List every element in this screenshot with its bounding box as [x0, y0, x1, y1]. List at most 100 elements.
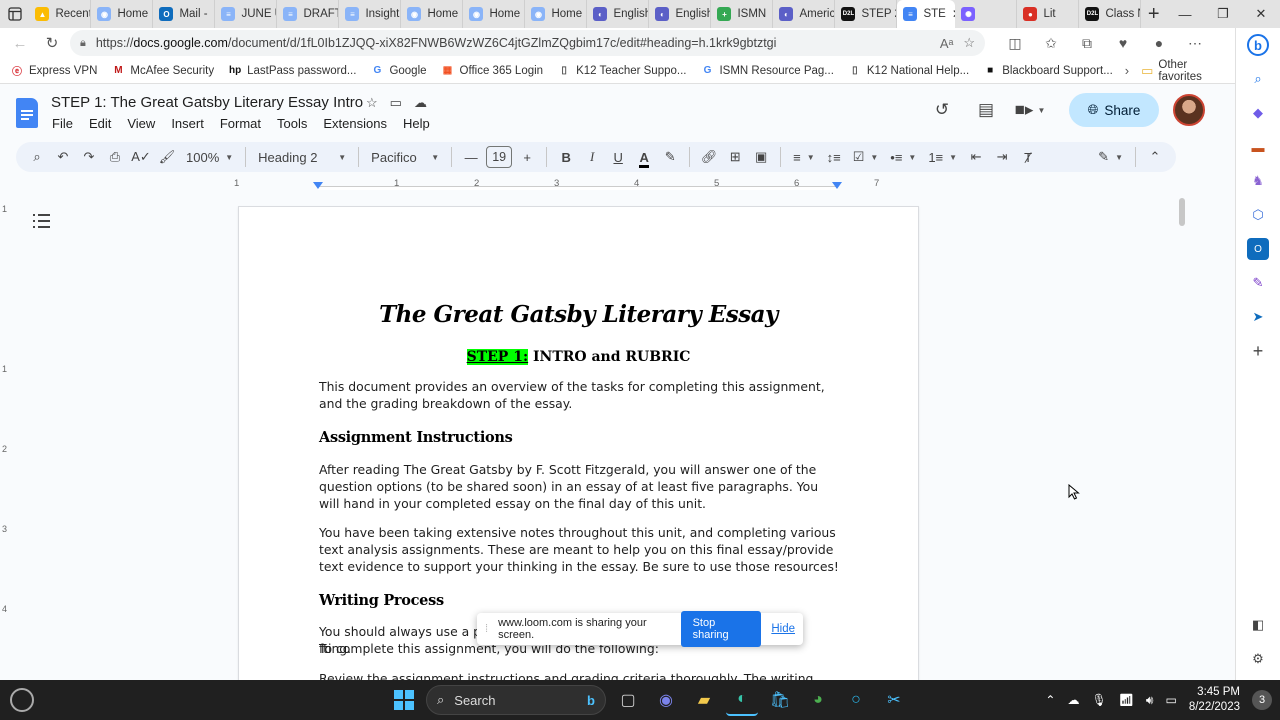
microsoft-365-icon[interactable]: ⬡ [1247, 204, 1269, 226]
bookmarks-overflow-chevron-icon[interactable]: › [1125, 63, 1129, 78]
highlight-color-icon[interactable]: ✎ [657, 144, 683, 170]
sidebar-settings-gear-icon[interactable]: ⚙ [1247, 648, 1269, 670]
bookmark-item[interactable]: ⓔ Express VPN [10, 64, 97, 79]
insert-link-icon[interactable]: 🔗︎ [696, 144, 722, 170]
left-indent-marker[interactable] [313, 182, 323, 189]
document-scrollbar[interactable] [1179, 198, 1185, 226]
add-sidebar-icon[interactable]: + [1247, 340, 1269, 362]
bookmark-item[interactable]: G ISMN Resource Pag... [700, 64, 834, 78]
cloud-saved-icon[interactable]: ☁ [414, 95, 427, 111]
search-menus-icon[interactable]: ⌕ [24, 144, 50, 170]
favorites-icon[interactable]: ✩ [1035, 30, 1067, 56]
share-button[interactable]: 🌐︎ Share [1069, 93, 1159, 127]
italic-icon[interactable]: I [579, 144, 605, 170]
split-screen-icon[interactable]: ◫ [999, 30, 1031, 56]
browser-tab[interactable]: ● Lit [1017, 0, 1080, 28]
font-family-select[interactable]: Pacifico ▼ [365, 144, 445, 170]
battery-icon[interactable]: ▭ [1165, 693, 1176, 707]
browser-tab[interactable]: ◐ Americ [773, 0, 836, 28]
paragraph-style-select[interactable]: Heading 2 ▼ [252, 144, 352, 170]
bookmark-item[interactable]: hp LastPass password... [228, 64, 356, 78]
read-aloud-icon[interactable]: Aᵃ [940, 36, 954, 51]
collections-icon[interactable]: ⧉ [1071, 30, 1103, 56]
onedrive-cloud-icon[interactable]: ☁ [1067, 693, 1079, 707]
document-outline-icon[interactable] [32, 212, 52, 230]
drag-handle-icon[interactable]: ⁞ [485, 623, 488, 635]
wifi-icon[interactable]: 📶︎ [1119, 693, 1134, 707]
url-field[interactable]: 🔒︎ https://docs.google.com/document/d/1f… [70, 30, 985, 56]
volume-icon[interactable]: 🔊︎ [1146, 693, 1154, 708]
bookmark-item[interactable]: ▦ Office 365 Login [441, 64, 543, 78]
browser-tab[interactable]: ◐ English [587, 0, 650, 28]
widgets-icon[interactable] [10, 688, 34, 712]
browser-tab[interactable]: ◉ Home [525, 0, 588, 28]
chrome-icon[interactable]: ◕ [802, 684, 834, 716]
new-tab-button[interactable]: + [1141, 0, 1166, 28]
browser-tab[interactable]: ◐ English [649, 0, 712, 28]
menu-help[interactable]: Help [395, 116, 438, 131]
microphone-icon[interactable]: 🎙︎ [1091, 693, 1106, 707]
font-size-field[interactable]: 19 [484, 144, 514, 170]
insert-image-icon[interactable]: ▣ [748, 144, 774, 170]
add-comment-icon[interactable]: ⊞ [722, 144, 748, 170]
maximize-icon[interactable]: ❐ [1204, 0, 1242, 28]
browser-tab[interactable]: ≡ Insight [339, 0, 402, 28]
menu-insert[interactable]: Insert [163, 116, 212, 131]
show-hidden-icons-chevron-icon[interactable]: ⌃ [1045, 693, 1055, 707]
print-icon[interactable]: ⎙ [102, 144, 128, 170]
minimize-icon[interactable]: — [1166, 0, 1204, 28]
favorite-star-icon[interactable]: ☆ [963, 35, 975, 51]
menu-format[interactable]: Format [212, 116, 269, 131]
google-docs-logo-icon[interactable] [16, 98, 38, 128]
browser-tab[interactable]: ≡ JUNE U [215, 0, 278, 28]
decrease-font-size-icon[interactable]: — [458, 144, 484, 170]
horizontal-ruler[interactable]: 1 1 2 3 4 5 6 7 [228, 176, 918, 192]
star-icon[interactable]: ☆ [366, 95, 378, 111]
file-explorer-icon[interactable]: ▰ [688, 684, 720, 716]
reload-button[interactable]: ↻ [38, 30, 66, 56]
task-view-icon[interactable]: ▢ [612, 684, 644, 716]
browser-tab[interactable]: ◉ Home [91, 0, 154, 28]
zoom-select[interactable]: 100% ▼ [180, 144, 239, 170]
browser-tab[interactable]: D2L STEP 2 [835, 0, 898, 28]
start-button[interactable] [388, 684, 420, 716]
bold-icon[interactable]: B [553, 144, 579, 170]
spellcheck-icon[interactable]: A✓ [128, 144, 154, 170]
align-select[interactable]: ≡ ▼ [787, 144, 821, 170]
tools-briefcase-icon[interactable]: ▬ [1247, 136, 1269, 158]
line-spacing-icon[interactable]: ↕≡ [821, 144, 847, 170]
undo-icon[interactable]: ↶ [50, 144, 76, 170]
outlook-icon[interactable]: O [1247, 238, 1269, 260]
bookmark-item[interactable]: M McAfee Security [111, 64, 214, 78]
browser-tab[interactable]: + ISMN [711, 0, 774, 28]
hide-menus-chevron-up-icon[interactable]: ⌃ [1142, 144, 1168, 170]
taskbar-search-box[interactable]: ⌕ Search b [426, 685, 606, 715]
browser-tab[interactable]: ▲ Recent [29, 0, 92, 28]
shopping-tag-icon[interactable]: ◆ [1247, 102, 1269, 124]
extension-icon[interactable]: ♥ [1107, 30, 1139, 56]
bing-icon[interactable]: b [1247, 34, 1269, 56]
back-button[interactable]: ← [6, 30, 34, 56]
underline-icon[interactable]: U [605, 144, 631, 170]
paint-format-icon[interactable]: 🖌︎ [154, 144, 180, 170]
editing-mode-select[interactable]: ✎ ▼ [1092, 144, 1129, 170]
bookmark-item[interactable]: ■ Blackboard Support... [983, 64, 1113, 78]
redo-icon[interactable]: ↷ [76, 144, 102, 170]
avatar[interactable] [1173, 94, 1205, 126]
send-icon[interactable]: ➤ [1247, 306, 1269, 328]
browser-tab[interactable]: ≡STE✕ [897, 0, 956, 28]
microsoft-store-icon[interactable]: 🛍︎ [764, 684, 796, 716]
clear-formatting-icon[interactable]: Ⱦ [1015, 144, 1041, 170]
decrease-indent-icon[interactable]: ⇤ [963, 144, 989, 170]
notifications-badge[interactable]: 3 [1252, 690, 1272, 710]
bookmark-item[interactable]: ▯ K12 Teacher Suppo... [557, 64, 686, 78]
close-window-icon[interactable]: ✕ [1242, 0, 1280, 28]
menu-tools[interactable]: Tools [269, 116, 315, 131]
numbered-list-select[interactable]: 1≡ ▼ [922, 144, 963, 170]
other-favorites-folder[interactable]: ▭ Other favorites [1141, 59, 1225, 83]
teams-chat-icon[interactable]: ◉ [650, 684, 682, 716]
browser-tab[interactable]: O Mail - [153, 0, 216, 28]
onenote-icon[interactable]: ✎ [1247, 272, 1269, 294]
bookmark-item[interactable]: G Google [370, 64, 427, 78]
stop-sharing-button[interactable]: Stop sharing [680, 611, 762, 647]
